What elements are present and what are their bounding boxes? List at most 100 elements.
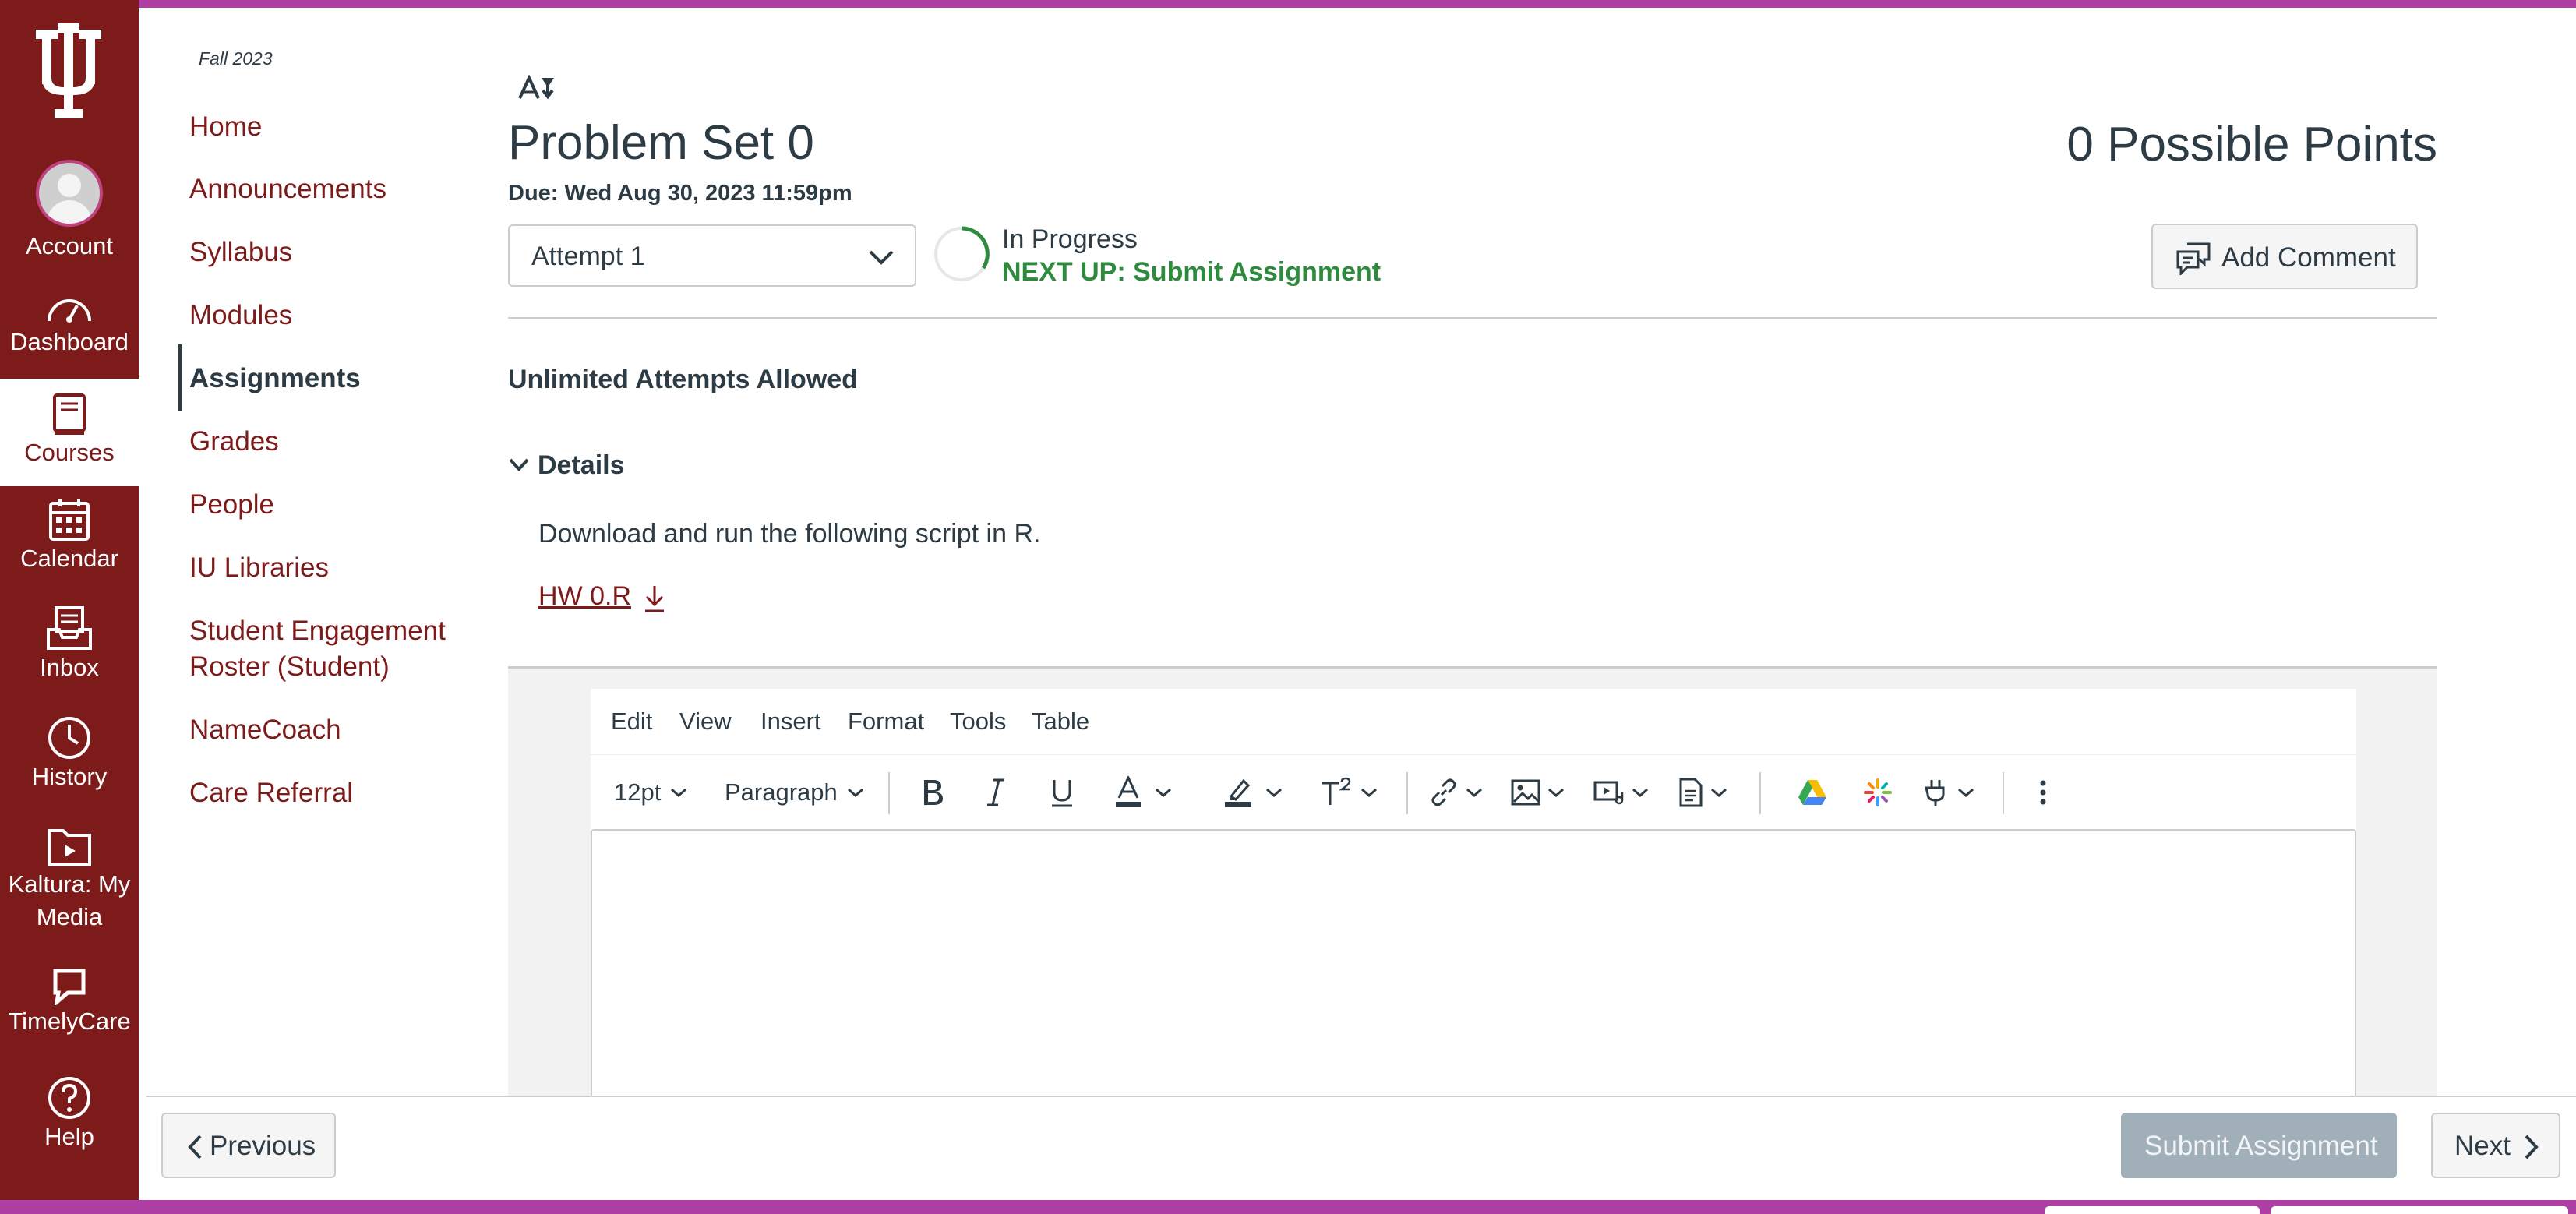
chevron-down-icon (1361, 788, 1377, 798)
highlight-color-button[interactable] (1223, 755, 1284, 830)
download-icon[interactable] (640, 581, 669, 614)
nav-calendar[interactable]: Calendar (0, 497, 139, 575)
superscript-icon (1322, 777, 1351, 805)
submit-assignment-button[interactable]: Submit Assignment (2121, 1113, 2397, 1178)
help-icon (48, 1077, 90, 1119)
course-nav-ser-line1: Student Engagement (189, 616, 446, 646)
block-format-select[interactable]: Paragraph (725, 755, 866, 830)
chevron-down-icon (1958, 788, 1974, 798)
file-download-link[interactable]: HW 0.R (538, 581, 631, 612)
link-button[interactable] (1428, 755, 1484, 830)
course-nav-home[interactable]: Home (189, 109, 262, 145)
image-icon (1511, 779, 1540, 806)
chevron-down-icon (869, 250, 894, 265)
menu-table[interactable]: Table (1032, 708, 1089, 736)
nav-dashboard-label: Dashboard (10, 328, 129, 355)
apps-sparkle-button[interactable] (1862, 755, 1893, 830)
block-format-value: Paragraph (725, 778, 838, 806)
media-icon (1593, 781, 1624, 805)
document-button[interactable] (1678, 755, 1729, 830)
superscript-button[interactable] (1320, 755, 1379, 830)
nav-kaltura[interactable]: Kaltura: My Media (0, 824, 139, 933)
italic-icon (987, 778, 1004, 806)
course-nav-namecoach[interactable]: NameCoach (189, 712, 341, 748)
bottom-tab (2271, 1206, 2568, 1214)
immersive-reader-icon[interactable] (518, 75, 557, 101)
iu-logo[interactable] (30, 23, 108, 125)
add-comment-button[interactable]: Add Comment (2151, 224, 2418, 289)
more-vertical-icon (2040, 780, 2046, 805)
course-nav-announcements[interactable]: Announcements (189, 171, 386, 207)
course-nav-ser-line2: Roster (Student) (189, 651, 390, 682)
google-drive-icon (1798, 780, 1826, 805)
course-nav-student-engagement-roster[interactable]: Student Engagement Roster (Student) (189, 613, 446, 685)
menu-tools[interactable]: Tools (950, 708, 1006, 736)
bottom-accent-strip (0, 1200, 2576, 1214)
global-navigation: Account Dashboard Courses Calendar Inbox… (0, 0, 139, 1200)
chevron-down-icon (847, 788, 863, 798)
more-options-button[interactable] (2038, 755, 2048, 830)
image-button[interactable] (1510, 755, 1566, 830)
nav-account-label: Account (25, 232, 113, 259)
chevron-right-icon (2525, 1135, 2539, 1159)
course-nav-modules[interactable]: Modules (189, 298, 292, 333)
nav-account[interactable]: Account (0, 160, 139, 263)
plugins-button[interactable] (1920, 755, 1976, 830)
menu-insert[interactable]: Insert (760, 708, 821, 736)
nav-help[interactable]: Help (0, 1075, 139, 1153)
inbox-icon (47, 606, 92, 650)
clock-icon (48, 717, 90, 759)
course-nav-care-referral[interactable]: Care Referral (189, 775, 353, 811)
nav-help-label: Help (44, 1123, 94, 1150)
chevron-down-icon (671, 788, 687, 798)
chevron-down-icon (1266, 788, 1282, 798)
book-icon (53, 393, 86, 435)
nav-inbox[interactable]: Inbox (0, 606, 139, 684)
underline-button[interactable] (1049, 755, 1075, 830)
timelycare-icon (53, 969, 86, 1005)
course-nav-grades[interactable]: Grades (189, 424, 279, 460)
previous-button[interactable]: Previous (161, 1113, 336, 1178)
menu-view[interactable]: View (679, 708, 732, 736)
text-color-button[interactable] (1114, 755, 1173, 830)
text-color-icon (1116, 776, 1141, 807)
menu-edit[interactable]: Edit (611, 708, 652, 736)
media-button[interactable] (1593, 755, 1650, 830)
underline-icon (1052, 780, 1072, 807)
term-label: Fall 2023 (199, 48, 273, 69)
attempt-select[interactable]: Attempt 1 (508, 224, 916, 287)
next-label: Next (2454, 1131, 2511, 1161)
chevron-down-icon (1548, 788, 1564, 798)
previous-label: Previous (210, 1131, 316, 1161)
course-nav-assignments[interactable]: Assignments (189, 361, 361, 397)
highlighter-icon (1225, 778, 1251, 807)
nav-dashboard[interactable]: Dashboard (0, 290, 139, 358)
chevron-down-icon (509, 458, 529, 471)
workflow-status: In Progress (1002, 224, 1138, 254)
nav-timelycare[interactable]: TimelyCare (0, 968, 139, 1038)
font-size-select[interactable]: 12pt (614, 755, 689, 830)
menu-format[interactable]: Format (848, 708, 924, 736)
next-button[interactable]: Next (2431, 1113, 2560, 1178)
nav-kaltura-label: Kaltura: My Media (8, 870, 131, 930)
submit-label: Submit Assignment (2144, 1131, 2378, 1161)
nav-courses-label: Courses (24, 439, 115, 466)
toolbar-separator (2003, 772, 2004, 814)
toolbar-separator (888, 772, 890, 814)
nav-calendar-label: Calendar (20, 545, 118, 572)
chevron-down-icon (1632, 788, 1648, 798)
course-nav-iu-libraries[interactable]: IU Libraries (189, 550, 329, 586)
top-accent-strip (0, 0, 2576, 8)
assignment-title: Problem Set 0 (508, 116, 814, 170)
editor-content-area[interactable] (591, 829, 2356, 1099)
bold-button[interactable] (918, 755, 946, 830)
nav-history[interactable]: History (0, 715, 139, 793)
divider (508, 317, 2437, 319)
dashboard-icon (48, 299, 91, 323)
possible-points: 0 Possible Points (2066, 118, 2437, 171)
nav-courses[interactable]: Courses (0, 379, 139, 486)
course-nav-people[interactable]: People (189, 487, 274, 523)
course-nav-syllabus[interactable]: Syllabus (189, 235, 292, 270)
google-drive-button[interactable] (1797, 755, 1828, 830)
italic-button[interactable] (984, 755, 1007, 830)
